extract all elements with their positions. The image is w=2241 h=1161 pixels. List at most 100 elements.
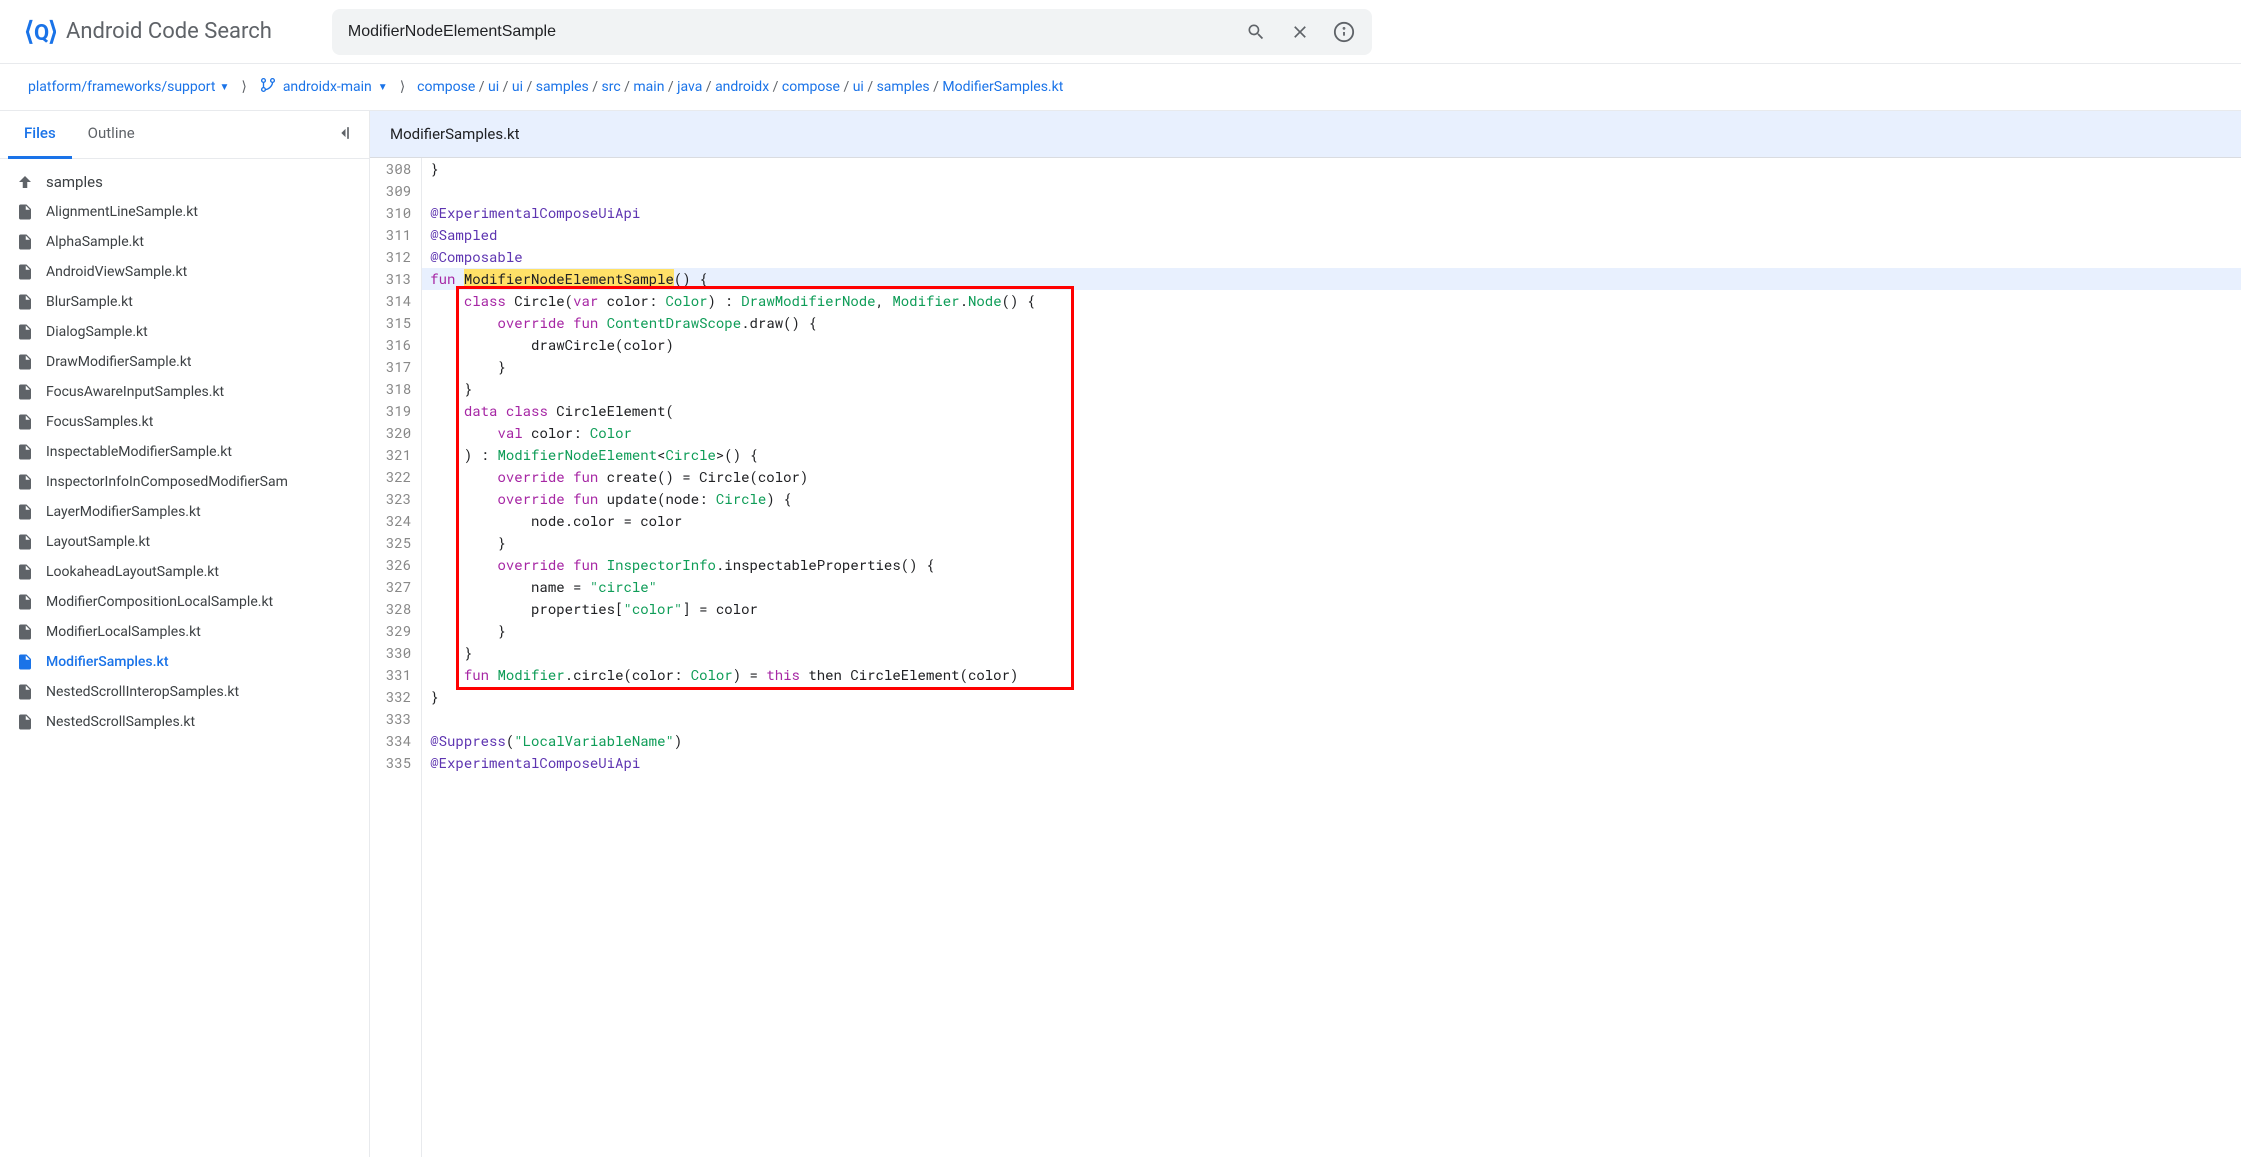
code-line[interactable]: name = "circle" — [422, 576, 2241, 598]
breadcrumb-branch[interactable]: androidx-main ▼ — [259, 76, 388, 98]
sidebar-tabs: Files Outline — [0, 111, 369, 159]
code-line[interactable]: properties["color"] = color — [422, 598, 2241, 620]
file-item[interactable]: ModifierLocalSamples.kt — [0, 617, 369, 647]
file-item[interactable]: ModifierSamples.kt — [0, 647, 369, 677]
code-line[interactable]: override fun ContentDrawScope.draw() { — [422, 312, 2241, 334]
breadcrumb-segment[interactable]: ui — [853, 79, 864, 95]
code-line[interactable]: fun Modifier.circle(color: Color) = this… — [422, 664, 2241, 686]
file-item[interactable]: DrawModifierSample.kt — [0, 347, 369, 377]
file-label: AndroidViewSample.kt — [46, 264, 187, 280]
code-line[interactable]: drawCircle(color) — [422, 334, 2241, 356]
code-line[interactable]: override fun InspectorInfo.inspectablePr… — [422, 554, 2241, 576]
logo[interactable]: ⟨Q⟩ Android Code Search — [24, 16, 272, 48]
code-line[interactable] — [422, 180, 2241, 202]
file-item[interactable]: NestedScrollSamples.kt — [0, 707, 369, 737]
file-item[interactable]: FocusAwareInputSamples.kt — [0, 377, 369, 407]
file-label: AlphaSample.kt — [46, 234, 144, 250]
file-item[interactable]: BlurSample.kt — [0, 287, 369, 317]
file-item[interactable]: ModifierCompositionLocalSample.kt — [0, 587, 369, 617]
code-line[interactable]: } — [422, 686, 2241, 708]
file-item[interactable]: InspectorInfoInComposedModifierSam — [0, 467, 369, 497]
code-line[interactable]: } — [422, 378, 2241, 400]
chevron-down-icon: ▼ — [219, 82, 229, 93]
file-label: InspectableModifierSample.kt — [46, 444, 232, 460]
code-line[interactable]: data class CircleElement( — [422, 400, 2241, 422]
info-icon[interactable] — [1332, 20, 1356, 44]
search-input[interactable] — [348, 23, 1228, 41]
file-label: BlurSample.kt — [46, 294, 133, 310]
code-area[interactable]: 3083093103113123133143153163173183193203… — [370, 158, 2241, 1157]
code-content[interactable]: }@ExperimentalComposeUiApi@Sampled@Compo… — [422, 158, 2241, 1157]
code-line[interactable]: @Suppress("LocalVariableName") — [422, 730, 2241, 752]
breadcrumb-segment[interactable]: main — [633, 79, 664, 95]
file-item[interactable]: LookaheadLayoutSample.kt — [0, 557, 369, 587]
file-item[interactable]: LayoutSample.kt — [0, 527, 369, 557]
logo-icon: ⟨Q⟩ — [24, 16, 56, 48]
breadcrumb-segment[interactable]: src — [602, 79, 621, 95]
parent-folder-label: samples — [46, 173, 103, 191]
code-line[interactable]: override fun update(node: Circle) { — [422, 488, 2241, 510]
breadcrumb-segment[interactable]: ModifierSamples.kt — [942, 79, 1063, 95]
file-label: FocusSamples.kt — [46, 414, 153, 430]
logo-text: Android Code Search — [66, 19, 272, 44]
svg-text:⟨: ⟨ — [24, 17, 34, 47]
collapse-sidebar-button[interactable] — [325, 115, 361, 155]
breadcrumb-segment[interactable]: ui — [512, 79, 523, 95]
code-line[interactable]: class Circle(var color: Color) : DrawMod… — [422, 290, 2241, 312]
file-label: InspectorInfoInComposedModifierSam — [46, 474, 288, 490]
file-label: ModifierSamples.kt — [46, 654, 169, 670]
parent-folder[interactable]: samples — [0, 167, 369, 197]
file-label: ModifierCompositionLocalSample.kt — [46, 594, 273, 610]
file-item[interactable]: InspectableModifierSample.kt — [0, 437, 369, 467]
file-label: LookaheadLayoutSample.kt — [46, 564, 219, 580]
file-label: NestedScrollInteropSamples.kt — [46, 684, 239, 700]
code-line[interactable]: val color: Color — [422, 422, 2241, 444]
search-icon[interactable] — [1244, 20, 1268, 44]
chevron-down-icon: ▼ — [378, 82, 388, 93]
code-line[interactable]: node.color = color — [422, 510, 2241, 532]
breadcrumb-segment[interactable]: samples — [536, 79, 589, 95]
file-item[interactable]: LayerModifierSamples.kt — [0, 497, 369, 527]
content-title: ModifierSamples.kt — [370, 111, 2241, 158]
file-label: DialogSample.kt — [46, 324, 148, 340]
code-line[interactable]: } — [422, 356, 2241, 378]
breadcrumb-segment[interactable]: compose — [782, 79, 840, 95]
code-line[interactable]: } — [422, 532, 2241, 554]
code-line[interactable]: } — [422, 158, 2241, 180]
file-item[interactable]: AlignmentLineSample.kt — [0, 197, 369, 227]
breadcrumb-segment[interactable]: samples — [877, 79, 930, 95]
code-line[interactable]: @Sampled — [422, 224, 2241, 246]
tab-outline[interactable]: Outline — [72, 110, 151, 159]
branch-icon — [259, 76, 277, 98]
breadcrumb-path: compose / ui / ui / samples / src / main… — [417, 79, 1063, 95]
breadcrumb-segment[interactable]: java — [677, 79, 702, 95]
file-item[interactable]: FocusSamples.kt — [0, 407, 369, 437]
code-line[interactable]: @Composable — [422, 246, 2241, 268]
file-tree[interactable]: samples AlignmentLineSample.kt AlphaSampl… — [0, 159, 369, 1157]
breadcrumb-segment[interactable]: androidx — [715, 79, 769, 95]
file-item[interactable]: AlphaSample.kt — [0, 227, 369, 257]
clear-icon[interactable] — [1288, 20, 1312, 44]
breadcrumb-separator: ⟩ — [400, 79, 405, 95]
file-item[interactable]: AndroidViewSample.kt — [0, 257, 369, 287]
code-line[interactable]: ) : ModifierNodeElement<Circle>() { — [422, 444, 2241, 466]
code-line[interactable] — [422, 708, 2241, 730]
breadcrumb-segment[interactable]: compose — [417, 79, 475, 95]
code-line[interactable]: } — [422, 620, 2241, 642]
file-item[interactable]: NestedScrollInteropSamples.kt — [0, 677, 369, 707]
code-line[interactable]: override fun create() = Circle(color) — [422, 466, 2241, 488]
file-label: LayerModifierSamples.kt — [46, 504, 201, 520]
breadcrumb-separator: ⟩ — [241, 79, 246, 95]
file-label: LayoutSample.kt — [46, 534, 150, 550]
breadcrumb-segment[interactable]: ui — [488, 79, 499, 95]
sidebar: Files Outline samples AlignmentLineSampl… — [0, 111, 370, 1157]
code-line[interactable]: @ExperimentalComposeUiApi — [422, 752, 2241, 774]
svg-text:⟩: ⟩ — [48, 17, 56, 47]
breadcrumb-project[interactable]: platform/frameworks/support ▼ — [28, 79, 229, 95]
tab-files[interactable]: Files — [8, 110, 72, 159]
code-line[interactable]: @ExperimentalComposeUiApi — [422, 202, 2241, 224]
search-box[interactable] — [332, 9, 1372, 55]
file-item[interactable]: DialogSample.kt — [0, 317, 369, 347]
code-line[interactable]: fun ModifierNodeElementSample() { — [422, 268, 2241, 290]
code-line[interactable]: } — [422, 642, 2241, 664]
